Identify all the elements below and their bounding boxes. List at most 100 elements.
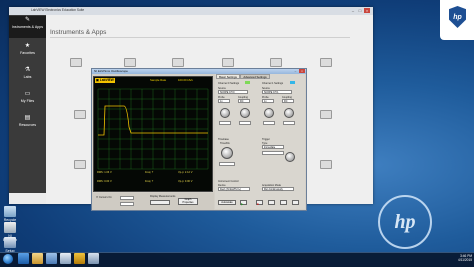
- cursors-label: Cursors On: [98, 196, 112, 199]
- instrument-tile[interactable]: [320, 58, 332, 67]
- instrument-control-label: Instrument Control: [218, 180, 239, 183]
- sample-rate-value: 100.00 kS/s: [178, 78, 193, 82]
- stop-button[interactable]: ■: [256, 200, 263, 206]
- desktop-icon-setup[interactable]: Setup: [2, 237, 18, 253]
- ch0-settings-label: Channel 0 Settings: [218, 82, 240, 85]
- folder-icon: ▭: [24, 91, 31, 97]
- taskbar-media-icon[interactable]: [46, 253, 57, 264]
- instrument-tile[interactable]: [172, 58, 184, 67]
- ch0-position-field[interactable]: [239, 121, 251, 125]
- cursor-c2-field[interactable]: [120, 202, 134, 206]
- sidebar-item-favorites[interactable]: ★ Favorites: [9, 42, 46, 59]
- ch1-scale-knob[interactable]: [264, 108, 274, 118]
- scope-display[interactable]: [93, 76, 213, 192]
- instrument-tile[interactable]: [270, 58, 282, 67]
- star-icon: ★: [24, 43, 31, 49]
- ch1-settings-label: Channel 1 Settings: [262, 82, 284, 85]
- device-value: Dev1 (NI ELVIS II+): [220, 188, 241, 191]
- instrument-tile[interactable]: [74, 110, 86, 119]
- timebase-label: Timebase: [218, 138, 229, 141]
- instrument-tile[interactable]: [74, 160, 86, 169]
- ch1-position-knob[interactable]: [284, 108, 294, 118]
- taskbar-explorer-icon[interactable]: [32, 253, 43, 264]
- display-measurements-button[interactable]: [150, 200, 170, 205]
- setup-icon: [4, 237, 16, 248]
- osc-minimize-button[interactable]: –: [293, 69, 298, 73]
- trigger-type-select[interactable]: Immediate: [262, 145, 284, 149]
- tab-advanced-settings[interactable]: Advanced Settings: [240, 74, 270, 79]
- ch0-position-knob[interactable]: [240, 108, 250, 118]
- ch0-source-select[interactable]: SCOPE CH 0: [218, 90, 248, 94]
- ch1-vpp: Vp-p: 0.00 V: [178, 180, 193, 183]
- trigger-level-knob[interactable]: [285, 152, 295, 162]
- acq-mode-value: Run Continuously: [264, 188, 283, 191]
- close-button[interactable]: ×: [364, 8, 370, 13]
- taskbar-clock[interactable]: 3:46 PM 4/11/2015: [446, 254, 472, 262]
- sidebar-item-resources[interactable]: ▤ Resources: [9, 114, 46, 131]
- oscilloscope-title: NI ELVISmx Oscilloscope: [94, 69, 128, 73]
- window-title: LabVIEW Electronics Education Suite: [31, 8, 85, 12]
- ch0-vpp: Vp-p: 2.12 V: [178, 171, 193, 174]
- start-button[interactable]: [3, 254, 13, 264]
- run-button[interactable]: ▶: [240, 200, 247, 206]
- sidebar-item-instruments[interactable]: ✎ Instruments & Apps: [9, 16, 46, 38]
- maximize-button[interactable]: □: [357, 8, 363, 13]
- ch0-scale-field[interactable]: [219, 121, 231, 125]
- ch1-probe-select[interactable]: 1x: [262, 99, 274, 103]
- ch0-freq: Freq: ?: [145, 171, 154, 174]
- pencil-icon: ✎: [24, 17, 31, 23]
- lab-icon: ⚗: [24, 67, 31, 73]
- ch0-probe-select[interactable]: 1x: [218, 99, 230, 103]
- sidebar-item-labs[interactable]: ⚗ Labs: [9, 66, 46, 83]
- sidebar-item-my-files[interactable]: ▭ My Files: [9, 90, 46, 107]
- minimize-button[interactable]: –: [350, 8, 356, 13]
- autoscale-button[interactable]: Autoscale: [218, 200, 236, 205]
- trigger-type-value: Immediate: [264, 146, 276, 149]
- recycle-bin-icon: [4, 206, 16, 217]
- help-button[interactable]: [292, 200, 299, 205]
- instrument-tile[interactable]: [70, 58, 82, 67]
- stop-icon: ■: [257, 202, 259, 206]
- graph-properties-button[interactable]: Graph Properties: [178, 198, 198, 205]
- time-div-field[interactable]: [219, 162, 235, 166]
- tab-label: Basic Settings: [219, 75, 237, 79]
- ch0-coupling-select[interactable]: DC: [238, 99, 250, 103]
- sidebar-item-label: My Files: [20, 99, 35, 103]
- instrument-tile[interactable]: [320, 160, 332, 169]
- cursor-c1-field[interactable]: [120, 196, 134, 200]
- ch0-source-value: SCOPE CH 0: [220, 91, 235, 94]
- acq-mode-select[interactable]: Run Continuously: [262, 187, 294, 191]
- ch0-enable-toggle[interactable]: [245, 81, 250, 84]
- log-button[interactable]: [280, 200, 287, 205]
- time-div-label: Time/Div: [220, 142, 230, 145]
- sidebar-item-label: Resources: [18, 123, 37, 127]
- print-button[interactable]: [268, 200, 275, 205]
- taskbar-labview-icon[interactable]: [74, 253, 85, 264]
- trigger-source-select[interactable]: [262, 151, 284, 155]
- ch1-enable-toggle[interactable]: [290, 81, 295, 84]
- ch1-source-select[interactable]: SCOPE CH 1: [262, 90, 292, 94]
- time-div-knob[interactable]: [221, 147, 233, 159]
- sidebar-item-label: Labs: [23, 75, 32, 79]
- osc-close-button[interactable]: ×: [299, 69, 305, 73]
- taskbar-app-icon[interactable]: [60, 253, 71, 264]
- ch1-coupling-select[interactable]: DC: [282, 99, 294, 103]
- ch0-probe-value: 1x: [220, 100, 223, 103]
- taskbar-elvis-icon[interactable]: [88, 253, 99, 264]
- instrument-tile[interactable]: [124, 58, 136, 67]
- labview-label: LabVIEW: [99, 78, 114, 82]
- sample-rate-label: Sample Rate: [150, 78, 167, 82]
- ch0-scale-knob[interactable]: [220, 108, 230, 118]
- taskbar-ie-icon[interactable]: [18, 253, 29, 264]
- book-icon: ▤: [24, 115, 31, 121]
- ch1-scale-field[interactable]: [263, 121, 275, 125]
- cursors-checkbox[interactable]: ☐ Cursors On: [96, 196, 112, 199]
- instrument-tile[interactable]: [222, 58, 234, 67]
- tab-basic-settings[interactable]: Basic Settings: [216, 74, 240, 79]
- display-measurements-label: Display Measurements: [150, 195, 176, 198]
- instrument-tile[interactable]: [320, 110, 332, 119]
- ch1-position-field[interactable]: [283, 121, 295, 125]
- clock-date: 4/11/2015: [458, 258, 472, 263]
- ch1-probe-value: 1x: [264, 100, 267, 103]
- device-select[interactable]: Dev1 (NI ELVIS II+): [218, 187, 250, 191]
